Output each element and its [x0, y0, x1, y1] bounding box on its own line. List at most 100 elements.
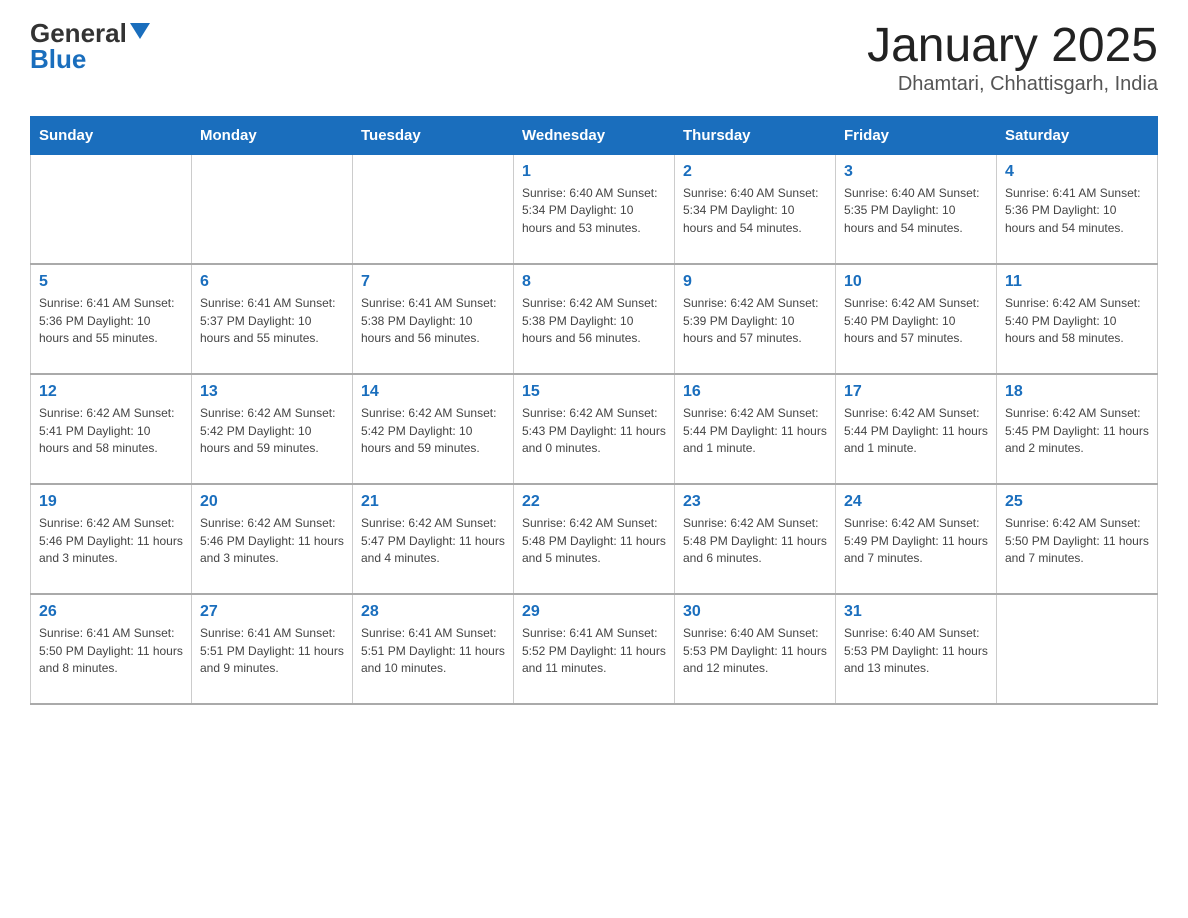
day-info: Sunrise: 6:42 AM Sunset: 5:42 PM Dayligh… — [361, 405, 505, 457]
day-info: Sunrise: 6:42 AM Sunset: 5:46 PM Dayligh… — [200, 515, 344, 567]
calendar-cell: 30 Sunrise: 6:40 AM Sunset: 5:53 PM Dayli… — [675, 594, 836, 704]
calendar-cell — [192, 154, 353, 264]
calendar-cell: 13 Sunrise: 6:42 AM Sunset: 5:42 PM Dayli… — [192, 374, 353, 484]
day-number: 13 — [200, 383, 344, 401]
day-info: Sunrise: 6:41 AM Sunset: 5:36 PM Dayligh… — [1005, 185, 1149, 237]
day-info: Sunrise: 6:41 AM Sunset: 5:37 PM Dayligh… — [200, 295, 344, 347]
calendar-cell: 15Sunrise: 6:42 AM Sunset: 5:43 PM Dayli… — [514, 374, 675, 484]
title-block: January 2025 Dhamtari, Chhattisgarh, Ind… — [867, 20, 1158, 96]
calendar-cell: 31 Sunrise: 6:40 AM Sunset: 5:53 PM Dayli… — [836, 594, 997, 704]
week-row-2: 5 Sunrise: 6:41 AM Sunset: 5:36 PM Daylig… — [31, 264, 1158, 374]
day-number: 30 — [683, 603, 827, 621]
day-number: 17 — [844, 383, 988, 401]
day-number: 26 — [39, 603, 183, 621]
header-cell-wednesday: Wednesday — [514, 116, 675, 154]
header-cell-saturday: Saturday — [997, 116, 1158, 154]
calendar-cell: 26Sunrise: 6:41 AM Sunset: 5:50 PM Dayli… — [31, 594, 192, 704]
day-number: 4 — [1005, 163, 1149, 181]
page-header: General Blue January 2025 Dhamtari, Chha… — [30, 20, 1158, 96]
day-number: 24 — [844, 493, 988, 511]
day-info: Sunrise: 6:42 AM Sunset: 5:38 PM Dayligh… — [522, 295, 666, 347]
calendar-cell: 9 Sunrise: 6:42 AM Sunset: 5:39 PM Daylig… — [675, 264, 836, 374]
week-row-1: 1 Sunrise: 6:40 AM Sunset: 5:34 PM Daylig… — [31, 154, 1158, 264]
calendar-cell: 17Sunrise: 6:42 AM Sunset: 5:44 PM Dayli… — [836, 374, 997, 484]
day-number: 23 — [683, 493, 827, 511]
calendar-cell: 18 Sunrise: 6:42 AM Sunset: 5:45 PM Dayli… — [997, 374, 1158, 484]
day-info: Sunrise: 6:40 AM Sunset: 5:35 PM Dayligh… — [844, 185, 988, 237]
day-info: Sunrise: 6:42 AM Sunset: 5:39 PM Dayligh… — [683, 295, 827, 347]
day-info: Sunrise: 6:42 AM Sunset: 5:42 PM Dayligh… — [200, 405, 344, 457]
header-cell-thursday: Thursday — [675, 116, 836, 154]
header-row: SundayMondayTuesdayWednesdayThursdayFrid… — [31, 116, 1158, 154]
week-row-3: 12 Sunrise: 6:42 AM Sunset: 5:41 PM Dayli… — [31, 374, 1158, 484]
day-number: 18 — [1005, 383, 1149, 401]
day-number: 21 — [361, 493, 505, 511]
day-info: Sunrise: 6:41 AM Sunset: 5:51 PM Dayligh… — [361, 625, 505, 677]
calendar-cell: 24 Sunrise: 6:42 AM Sunset: 5:49 PM Dayli… — [836, 484, 997, 594]
day-number: 10 — [844, 273, 988, 291]
calendar-cell: 4 Sunrise: 6:41 AM Sunset: 5:36 PM Daylig… — [997, 154, 1158, 264]
calendar-cell: 5 Sunrise: 6:41 AM Sunset: 5:36 PM Daylig… — [31, 264, 192, 374]
day-number: 11 — [1005, 273, 1149, 291]
day-number: 14 — [361, 383, 505, 401]
day-info: Sunrise: 6:41 AM Sunset: 5:36 PM Dayligh… — [39, 295, 183, 347]
calendar-cell: 22 Sunrise: 6:42 AM Sunset: 5:48 PM Dayli… — [514, 484, 675, 594]
day-number: 20 — [200, 493, 344, 511]
calendar-cell: 3 Sunrise: 6:40 AM Sunset: 5:35 PM Daylig… — [836, 154, 997, 264]
day-info: Sunrise: 6:42 AM Sunset: 5:40 PM Dayligh… — [844, 295, 988, 347]
calendar-cell: 20 Sunrise: 6:42 AM Sunset: 5:46 PM Dayli… — [192, 484, 353, 594]
calendar-cell: 6 Sunrise: 6:41 AM Sunset: 5:37 PM Daylig… — [192, 264, 353, 374]
calendar-cell: 11 Sunrise: 6:42 AM Sunset: 5:40 PM Dayli… — [997, 264, 1158, 374]
calendar-table: SundayMondayTuesdayWednesdayThursdayFrid… — [30, 116, 1158, 706]
logo-general: General — [30, 20, 127, 46]
day-info: Sunrise: 6:42 AM Sunset: 5:50 PM Dayligh… — [1005, 515, 1149, 567]
day-info: Sunrise: 6:42 AM Sunset: 5:45 PM Dayligh… — [1005, 405, 1149, 457]
day-number: 6 — [200, 273, 344, 291]
day-number: 16 — [683, 383, 827, 401]
day-number: 1 — [522, 163, 666, 181]
day-info: Sunrise: 6:41 AM Sunset: 5:52 PM Dayligh… — [522, 625, 666, 677]
day-info: Sunrise: 6:41 AM Sunset: 5:51 PM Dayligh… — [200, 625, 344, 677]
calendar-cell: 29 Sunrise: 6:41 AM Sunset: 5:52 PM Dayli… — [514, 594, 675, 704]
day-number: 5 — [39, 273, 183, 291]
day-number: 9 — [683, 273, 827, 291]
calendar-cell: 10 Sunrise: 6:42 AM Sunset: 5:40 PM Dayli… — [836, 264, 997, 374]
calendar-cell: 27 Sunrise: 6:41 AM Sunset: 5:51 PM Dayli… — [192, 594, 353, 704]
day-info: Sunrise: 6:42 AM Sunset: 5:41 PM Dayligh… — [39, 405, 183, 457]
day-info: Sunrise: 6:42 AM Sunset: 5:48 PM Dayligh… — [522, 515, 666, 567]
calendar-cell: 8 Sunrise: 6:42 AM Sunset: 5:38 PM Daylig… — [514, 264, 675, 374]
day-info: Sunrise: 6:40 AM Sunset: 5:34 PM Dayligh… — [683, 185, 827, 237]
day-number: 22 — [522, 493, 666, 511]
day-number: 3 — [844, 163, 988, 181]
calendar-cell: 28 Sunrise: 6:41 AM Sunset: 5:51 PM Dayli… — [353, 594, 514, 704]
day-info: Sunrise: 6:42 AM Sunset: 5:49 PM Dayligh… — [844, 515, 988, 567]
calendar-cell: 7 Sunrise: 6:41 AM Sunset: 5:38 PM Daylig… — [353, 264, 514, 374]
day-number: 29 — [522, 603, 666, 621]
header-cell-sunday: Sunday — [31, 116, 192, 154]
day-info: Sunrise: 6:42 AM Sunset: 5:43 PM Dayligh… — [522, 405, 666, 457]
day-info: Sunrise: 6:40 AM Sunset: 5:34 PM Dayligh… — [522, 185, 666, 237]
day-number: 31 — [844, 603, 988, 621]
calendar-cell: 1 Sunrise: 6:40 AM Sunset: 5:34 PM Daylig… — [514, 154, 675, 264]
day-info: Sunrise: 6:42 AM Sunset: 5:40 PM Dayligh… — [1005, 295, 1149, 347]
week-row-5: 26Sunrise: 6:41 AM Sunset: 5:50 PM Dayli… — [31, 594, 1158, 704]
day-number: 12 — [39, 383, 183, 401]
header-cell-friday: Friday — [836, 116, 997, 154]
calendar-cell: 12 Sunrise: 6:42 AM Sunset: 5:41 PM Dayli… — [31, 374, 192, 484]
day-number: 7 — [361, 273, 505, 291]
day-info: Sunrise: 6:42 AM Sunset: 5:46 PM Dayligh… — [39, 515, 183, 567]
calendar-cell: 2 Sunrise: 6:40 AM Sunset: 5:34 PM Daylig… — [675, 154, 836, 264]
day-number: 27 — [200, 603, 344, 621]
calendar-cell — [31, 154, 192, 264]
day-info: Sunrise: 6:40 AM Sunset: 5:53 PM Dayligh… — [683, 625, 827, 677]
day-number: 8 — [522, 273, 666, 291]
header-cell-tuesday: Tuesday — [353, 116, 514, 154]
calendar-cell: 16Sunrise: 6:42 AM Sunset: 5:44 PM Dayli… — [675, 374, 836, 484]
day-number: 28 — [361, 603, 505, 621]
day-info: Sunrise: 6:41 AM Sunset: 5:38 PM Dayligh… — [361, 295, 505, 347]
day-info: Sunrise: 6:40 AM Sunset: 5:53 PM Dayligh… — [844, 625, 988, 677]
calendar-cell: 21Sunrise: 6:42 AM Sunset: 5:47 PM Dayli… — [353, 484, 514, 594]
day-number: 2 — [683, 163, 827, 181]
week-row-4: 19Sunrise: 6:42 AM Sunset: 5:46 PM Dayli… — [31, 484, 1158, 594]
day-number: 25 — [1005, 493, 1149, 511]
